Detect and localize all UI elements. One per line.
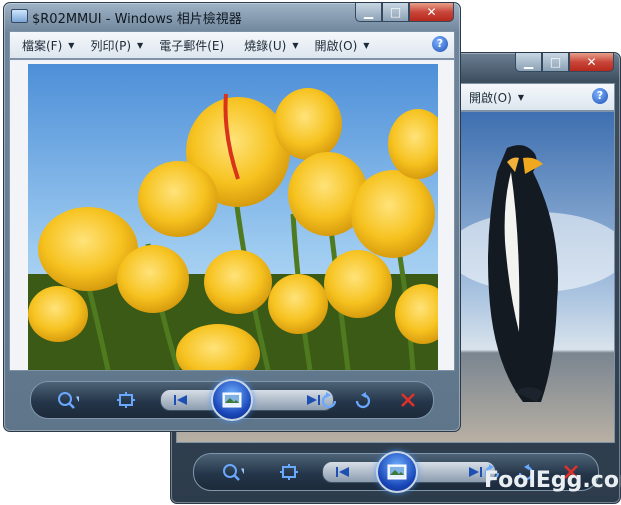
back-minimize-button[interactable]: ▁ [515,53,542,72]
bottom-toolbar: ▼ [30,379,434,421]
minimize-button[interactable]: ▁ [355,3,382,22]
menu-file[interactable]: 檔案(F) ▼ [10,37,80,54]
chevron-down-icon: ▼ [363,40,370,50]
menu-print[interactable]: 列印(P) ▼ [80,37,149,54]
zoom-magnifier-icon[interactable]: ▼ [57,389,79,411]
menu-open-label: 開啟(O) [314,38,358,53]
previous-icon[interactable] [333,463,353,481]
front-title-bar[interactable]: $R02MMUI - Windows 相片檢視器 ▁ □ ✕ [4,3,460,29]
rotate-clockwise-icon[interactable] [351,389,373,411]
svg-text:▼: ▼ [241,467,244,475]
chevron-down-icon: ▼ [137,40,144,50]
previous-icon[interactable] [171,391,191,409]
slideshow-icon[interactable] [211,379,253,421]
actual-size-icon[interactable] [115,389,137,411]
photo-viewer-app-icon [11,9,28,23]
back-close-button[interactable]: ✕ [569,53,614,72]
front-photo-viewer-window[interactable]: $R02MMUI - Windows 相片檢視器 ▁ □ ✕ 檔案(F) ▼ 列印… [3,2,461,432]
watermark-text: FoolEgg.com [484,468,621,493]
image-viewport[interactable] [9,59,455,371]
menu-open[interactable]: 開啟(O) ▼ [304,37,375,54]
menu-print-label: 列印(P) [90,38,132,53]
help-icon[interactable]: ? [592,88,608,104]
tulips-photo [28,64,438,370]
menu-burn-label: 燒錄(U) [244,38,287,53]
menu-email-label: 電子郵件(E) [159,38,225,53]
back-menu-open-label: 開啟(O) [469,90,512,105]
chevron-down-icon: ▼ [68,40,75,50]
menu-burn[interactable]: 燒錄(U) ▼ [230,37,304,54]
chevron-down-icon: ▼ [517,92,524,102]
help-icon[interactable]: ? [432,36,448,52]
rotate-counterclockwise-icon[interactable] [319,389,341,411]
back-menu-open[interactable]: 開啟(O) ▼ [463,89,530,106]
actual-size-icon[interactable] [278,461,300,483]
back-maximize-button[interactable]: □ [542,53,569,72]
delete-icon[interactable] [397,389,419,411]
slideshow-icon[interactable] [376,451,418,493]
menu-file-label: 檔案(F) [22,38,63,53]
chevron-down-icon: ▼ [292,40,299,50]
window-title: $R02MMUI - Windows 相片檢視器 [32,12,242,27]
menu-bar: 檔案(F) ▼ 列印(P) ▼ 電子郵件(E) 燒錄(U) ▼ 開啟(O) ▼ ? [9,31,455,59]
close-button[interactable]: ✕ [409,3,454,22]
zoom-magnifier-icon[interactable]: ▼ [222,461,244,483]
svg-text:▼: ▼ [76,395,79,403]
maximize-button[interactable]: □ [382,3,409,22]
menu-email[interactable]: 電子郵件(E) [149,37,230,54]
